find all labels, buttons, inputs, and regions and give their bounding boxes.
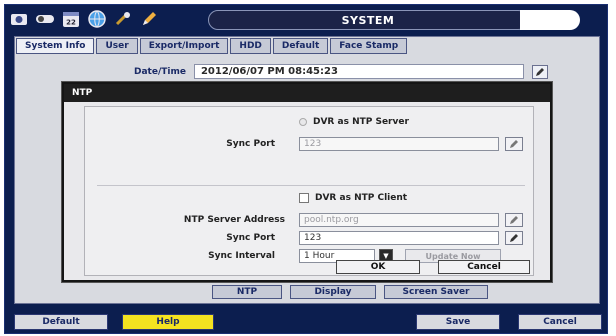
- default-button[interactable]: Default: [14, 314, 108, 330]
- save-button[interactable]: Save: [416, 314, 500, 330]
- camera-icon[interactable]: [8, 8, 30, 30]
- checkbox-icon: [299, 193, 309, 203]
- ntp-client-option[interactable]: DVR as NTP Client: [299, 193, 407, 203]
- client-sync-edit-button[interactable]: [505, 231, 523, 245]
- calendar-badge: 22: [66, 19, 76, 27]
- ntp-address-edit-button[interactable]: [505, 213, 523, 227]
- calendar-icon[interactable]: 22: [60, 8, 82, 30]
- client-sync-port-field[interactable]: 123: [299, 231, 499, 245]
- pencil-icon: [535, 67, 544, 76]
- date-time-row: Date/Time 2012/06/07 PM 08:45:23: [134, 64, 548, 79]
- ntp-dialog-title: NTP: [64, 84, 550, 102]
- tools-icon[interactable]: [112, 8, 134, 30]
- pencil-icon: [510, 234, 518, 242]
- ntp-dialog: NTP DVR as NTP Server Sync Port 123 DVR …: [62, 82, 552, 282]
- ntp-address-label: NTP Server Address: [183, 215, 285, 225]
- tab-default[interactable]: Default: [272, 38, 329, 54]
- ntp-dialog-body: DVR as NTP Server Sync Port 123 DVR as N…: [84, 106, 534, 276]
- date-time-field[interactable]: 2012/06/07 PM 08:45:23: [193, 64, 524, 79]
- ntp-client-label: DVR as NTP Client: [315, 193, 408, 203]
- tab-user[interactable]: User: [96, 38, 138, 54]
- ntp-server-label: DVR as NTP Server: [313, 117, 409, 127]
- pencil-icon[interactable]: [138, 8, 160, 30]
- system-info-subtabs: NTP Display Screen Saver: [212, 285, 488, 299]
- toggle-icon[interactable]: [34, 8, 56, 30]
- help-button[interactable]: Help: [122, 314, 214, 330]
- section-divider: [97, 185, 525, 186]
- cancel-button[interactable]: Cancel: [438, 260, 530, 274]
- date-time-label: Date/Time: [134, 66, 186, 77]
- client-sync-port-label: Sync Port: [226, 233, 275, 243]
- top-icon-bar: 22: [8, 6, 160, 32]
- server-sync-port-label: Sync Port: [226, 139, 275, 149]
- tab-system-info[interactable]: System Info: [16, 38, 95, 54]
- ntp-server-option[interactable]: DVR as NTP Server: [299, 117, 409, 127]
- ntp-button[interactable]: NTP: [212, 285, 282, 299]
- tab-face-stamp[interactable]: Face Stamp: [330, 38, 408, 54]
- pencil-icon: [510, 140, 518, 148]
- sync-interval-label: Sync Interval: [208, 251, 275, 261]
- server-sync-edit-button[interactable]: [505, 137, 523, 151]
- date-edit-button[interactable]: [531, 64, 548, 79]
- title-bar-end: [520, 10, 580, 30]
- tab-bar: System Info User Export/Import HDD Defau…: [16, 38, 408, 54]
- pencil-icon: [510, 216, 518, 224]
- ntp-address-field[interactable]: pool.ntp.org: [299, 213, 499, 227]
- server-sync-port-field[interactable]: 123: [299, 137, 499, 151]
- window-title: SYSTEM: [208, 10, 528, 30]
- tab-hdd[interactable]: HDD: [230, 38, 271, 54]
- ok-button[interactable]: OK: [336, 260, 420, 274]
- cancel-footer-button[interactable]: Cancel: [518, 314, 602, 330]
- tab-export-import[interactable]: Export/Import: [139, 38, 229, 54]
- radio-icon: [299, 118, 307, 126]
- globe-icon[interactable]: [86, 8, 108, 30]
- display-button[interactable]: Display: [290, 285, 376, 299]
- screen-saver-button[interactable]: Screen Saver: [384, 285, 488, 299]
